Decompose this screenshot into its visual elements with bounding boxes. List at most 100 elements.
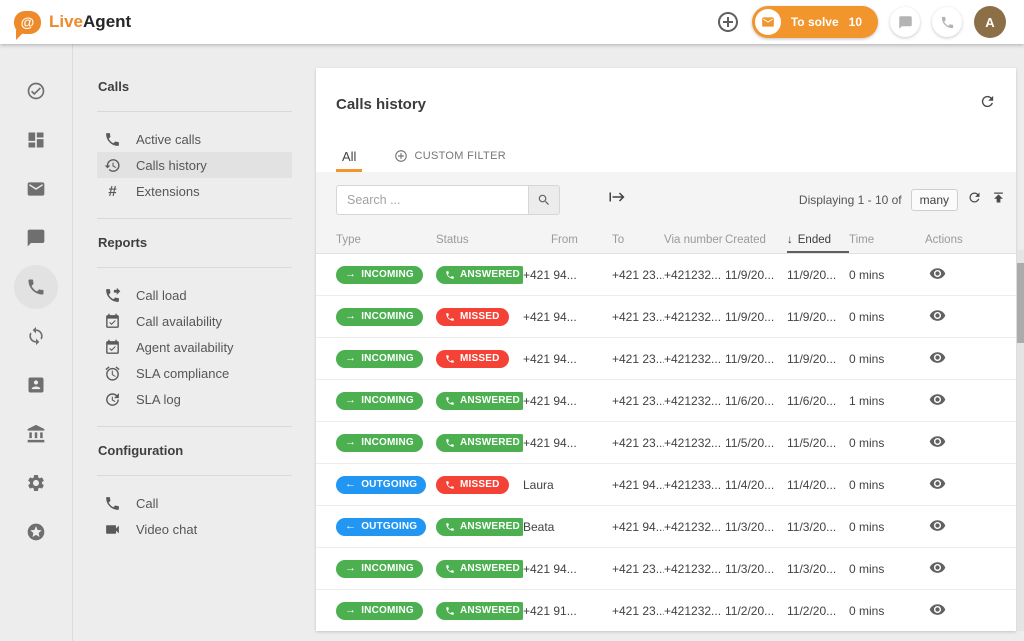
- vertical-scrollbar[interactable]: [1017, 250, 1024, 631]
- eye-icon: [929, 391, 946, 408]
- rail-phone-icon-active[interactable]: [14, 265, 58, 309]
- table-row[interactable]: →INCOMINGANSWERED+421 94...+421 23...+42…: [316, 380, 1016, 422]
- phone-icon: [445, 480, 455, 490]
- via-number-cell: +421232...: [664, 352, 725, 366]
- add-circle-icon: [394, 149, 408, 163]
- status-badge: ANSWERED: [436, 560, 523, 578]
- incoming-arrow-icon: →: [345, 437, 356, 448]
- nav-item-call-availability[interactable]: Call availability: [97, 308, 292, 334]
- jump-forward-button[interactable]: [608, 188, 626, 211]
- event-available-icon: [104, 339, 121, 356]
- nav-item-label: Active calls: [136, 132, 201, 147]
- chat-icon: [898, 15, 913, 30]
- tab-custom-filter[interactable]: CUSTOM FILTER: [388, 140, 512, 172]
- created-cell: 11/9/20...: [725, 310, 787, 324]
- calls-button[interactable]: [932, 7, 962, 37]
- rail-check-circle-icon[interactable]: [24, 79, 48, 103]
- scrollbar-thumb[interactable]: [1017, 263, 1024, 343]
- from-cell: +421 94...: [523, 394, 612, 408]
- view-call-button[interactable]: [929, 265, 946, 285]
- search-input[interactable]: [336, 185, 528, 215]
- column-header-via-number[interactable]: Via number: [664, 234, 725, 246]
- table-body: →INCOMINGANSWERED+421 94...+421 23...+42…: [316, 254, 1016, 631]
- type-badge: →INCOMING: [336, 434, 423, 452]
- nav-heading-calls: Calls: [97, 63, 292, 111]
- column-header-type[interactable]: Type: [336, 234, 436, 246]
- table-row[interactable]: →INCOMINGANSWERED+421 94...+421 23...+42…: [316, 548, 1016, 590]
- status-cell: ANSWERED: [436, 602, 523, 620]
- column-header-created[interactable]: Created: [725, 234, 787, 246]
- column-header-to[interactable]: To: [612, 234, 664, 246]
- status-badge: MISSED: [436, 350, 509, 368]
- tab-all[interactable]: All: [336, 140, 362, 172]
- export-top-button[interactable]: [991, 190, 1006, 210]
- view-call-button[interactable]: [929, 559, 946, 579]
- rail-settings-gear-icon[interactable]: [24, 471, 48, 495]
- eye-icon: [929, 517, 946, 534]
- view-call-button[interactable]: [929, 307, 946, 327]
- arrow-to-bar-icon: [608, 188, 626, 206]
- type-badge: ←OUTGOING: [336, 476, 426, 494]
- rail-contacts-icon[interactable]: [24, 373, 48, 397]
- refresh-list-button[interactable]: [967, 190, 982, 210]
- phone-icon: [104, 495, 121, 512]
- view-call-button[interactable]: [929, 601, 946, 621]
- column-header-ended[interactable]: ↓ Ended: [787, 227, 849, 253]
- view-call-button[interactable]: [929, 349, 946, 369]
- incoming-arrow-icon: →: [345, 605, 356, 616]
- rail-mail-icon[interactable]: [24, 177, 48, 201]
- chats-button[interactable]: [890, 7, 920, 37]
- table-row[interactable]: ←OUTGOINGMISSEDLaura+421 94...+421233...…: [316, 464, 1016, 506]
- incoming-arrow-icon: →: [345, 563, 356, 574]
- rail-dashboard-icon[interactable]: [24, 128, 48, 152]
- rail-chat-icon[interactable]: [24, 226, 48, 250]
- refresh-page-button[interactable]: [979, 93, 996, 115]
- rail-bank-icon[interactable]: [24, 422, 48, 446]
- add-new-button[interactable]: [716, 10, 740, 34]
- to-solve-button[interactable]: To solve 10: [752, 6, 878, 38]
- nav-item-active-calls[interactable]: Active calls: [97, 126, 292, 152]
- view-call-button[interactable]: [929, 391, 946, 411]
- column-header-status[interactable]: Status: [436, 234, 523, 246]
- table-row[interactable]: →INCOMINGMISSED+421 94...+421 23...+4212…: [316, 296, 1016, 338]
- via-number-cell: +421232...: [664, 394, 725, 408]
- nav-item-sla-log[interactable]: SLA log: [97, 386, 292, 412]
- total-count-chip[interactable]: many: [911, 189, 958, 211]
- column-header-time[interactable]: Time: [849, 234, 911, 246]
- update-clock-icon: [104, 391, 121, 408]
- ended-cell: 11/5/20...: [787, 436, 849, 450]
- view-call-button[interactable]: [929, 433, 946, 453]
- nav-item-label: Agent availability: [136, 340, 234, 355]
- phone-icon: [445, 354, 455, 364]
- created-cell: 11/5/20...: [725, 436, 787, 450]
- nav-item-calls-history[interactable]: Calls history: [97, 152, 292, 178]
- view-call-button[interactable]: [929, 517, 946, 537]
- rail-star-icon[interactable]: [24, 520, 48, 544]
- ended-cell: 11/9/20...: [787, 352, 849, 366]
- table-row[interactable]: →INCOMINGANSWERED+421 94...+421 23...+42…: [316, 254, 1016, 296]
- view-call-button[interactable]: [929, 475, 946, 495]
- nav-item-call-config[interactable]: Call: [97, 490, 292, 516]
- publish-icon: [991, 190, 1006, 205]
- actions-cell: [911, 349, 996, 369]
- table-row[interactable]: ←OUTGOINGANSWEREDBeata+421 94...+421232.…: [316, 506, 1016, 548]
- nav-item-video-chat[interactable]: Video chat: [97, 516, 292, 542]
- user-avatar[interactable]: A: [974, 6, 1006, 38]
- column-header-from[interactable]: From: [523, 234, 612, 246]
- type-badge: →INCOMING: [336, 350, 423, 368]
- table-row[interactable]: →INCOMINGANSWERED+421 91...+421 23...+42…: [316, 590, 1016, 631]
- logo-text-agent: Agent: [83, 12, 131, 31]
- nav-item-call-load[interactable]: Call load: [97, 282, 292, 308]
- nav-item-label: Calls history: [136, 158, 207, 173]
- phone-icon: [445, 312, 455, 322]
- time-cell: 0 mins: [849, 478, 911, 492]
- rail-sync-icon[interactable]: [24, 324, 48, 348]
- nav-item-agent-availability[interactable]: Agent availability: [97, 334, 292, 360]
- table-row[interactable]: →INCOMINGANSWERED+421 94...+421 23...+42…: [316, 422, 1016, 464]
- nav-item-sla-compliance[interactable]: SLA compliance: [97, 360, 292, 386]
- nav-item-extensions[interactable]: # Extensions: [97, 178, 292, 204]
- type-badge: →INCOMING: [336, 602, 423, 620]
- search-button[interactable]: [528, 185, 560, 215]
- table-row[interactable]: →INCOMINGMISSED+421 94...+421 23...+4212…: [316, 338, 1016, 380]
- status-cell: MISSED: [436, 476, 523, 494]
